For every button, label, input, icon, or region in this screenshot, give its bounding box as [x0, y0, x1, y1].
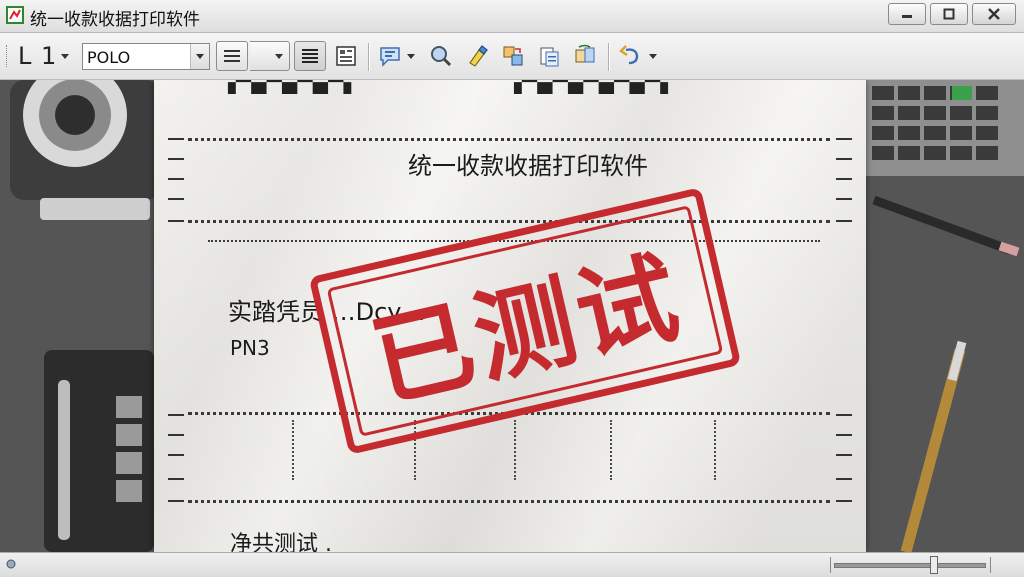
cropped-top-text-2: ▞▚▞▚▞▚▞▚▞▚	[514, 80, 668, 94]
clipboard-icon	[540, 47, 559, 67]
minimize-icon	[902, 15, 912, 18]
line-style-dropdown[interactable]	[250, 41, 290, 71]
stamp-text: 已测试	[361, 237, 693, 422]
replace-icon	[575, 44, 595, 63]
comment-dropdown[interactable]	[404, 41, 418, 71]
close-icon	[988, 8, 1000, 20]
toolbar: L 1 POLO	[0, 33, 1024, 80]
window-title: 统一收款收据打印软件	[30, 10, 200, 30]
cropped-top-text: ▞▚▞▚▞▚▞▚	[228, 80, 352, 94]
font-combo[interactable]: POLO	[82, 43, 210, 70]
maximize-button[interactable]	[930, 3, 968, 25]
font-combo-value: POLO	[87, 48, 131, 67]
zoom-dropdown-button[interactable]	[58, 41, 72, 71]
maximize-icon	[943, 8, 955, 20]
zoom-slider[interactable]	[834, 563, 986, 568]
field-line-2: PN3	[230, 336, 270, 360]
undo-dropdown[interactable]	[646, 41, 660, 71]
chevron-down-icon	[407, 53, 415, 59]
search-button[interactable]	[426, 41, 456, 71]
print-layout-icon	[336, 46, 356, 66]
undo-icon	[619, 45, 639, 65]
comment-button[interactable]	[376, 41, 404, 71]
copy-transfer-icon	[503, 46, 523, 66]
zoom-slider-thumb[interactable]	[930, 556, 938, 574]
align-lines-icon	[224, 50, 240, 62]
chevron-down-icon	[274, 53, 283, 59]
copy-transfer-button[interactable]	[498, 41, 528, 71]
status-bar	[0, 552, 1024, 577]
receipt-paper: ▞▚▞▚▞▚▞▚ ▞▚▞▚▞▚▞▚▞▚ 统一收款收据打印软件 实踏凭员 …Dcy…	[154, 80, 866, 552]
print-layout-button[interactable]	[332, 41, 360, 71]
document-viewport: ▞▚▞▚▞▚▞▚ ▞▚▞▚▞▚▞▚▞▚ 统一收款收据打印软件 实踏凭员 …Dcy…	[0, 80, 1024, 552]
minimize-button[interactable]	[888, 3, 926, 25]
zoom-label[interactable]: L 1	[18, 41, 57, 71]
clipboard-button[interactable]	[534, 41, 564, 71]
highlighter-button[interactable]	[462, 41, 492, 71]
chevron-down-icon	[196, 54, 204, 59]
toolbar-grip[interactable]	[6, 45, 10, 67]
title-bar: 统一收款收据打印软件	[0, 0, 1024, 33]
app-icon	[6, 6, 24, 24]
align-lines-button[interactable]	[216, 41, 248, 71]
undo-button[interactable]	[616, 41, 644, 71]
highlighter-icon	[469, 45, 488, 67]
align-justify-icon	[302, 49, 318, 63]
footer-text: 净共测试 .	[230, 532, 332, 552]
font-combo-dropdown[interactable]	[190, 44, 209, 69]
document-heading: 统一收款收据打印软件	[408, 152, 648, 180]
chevron-down-icon	[61, 53, 69, 59]
comment-icon	[380, 47, 400, 67]
align-justify-button[interactable]	[294, 41, 326, 71]
replace-button[interactable]	[570, 41, 600, 71]
search-icon	[431, 46, 452, 67]
status-indicator-icon	[6, 559, 16, 569]
chevron-down-icon	[649, 53, 657, 59]
close-button[interactable]	[972, 3, 1016, 25]
